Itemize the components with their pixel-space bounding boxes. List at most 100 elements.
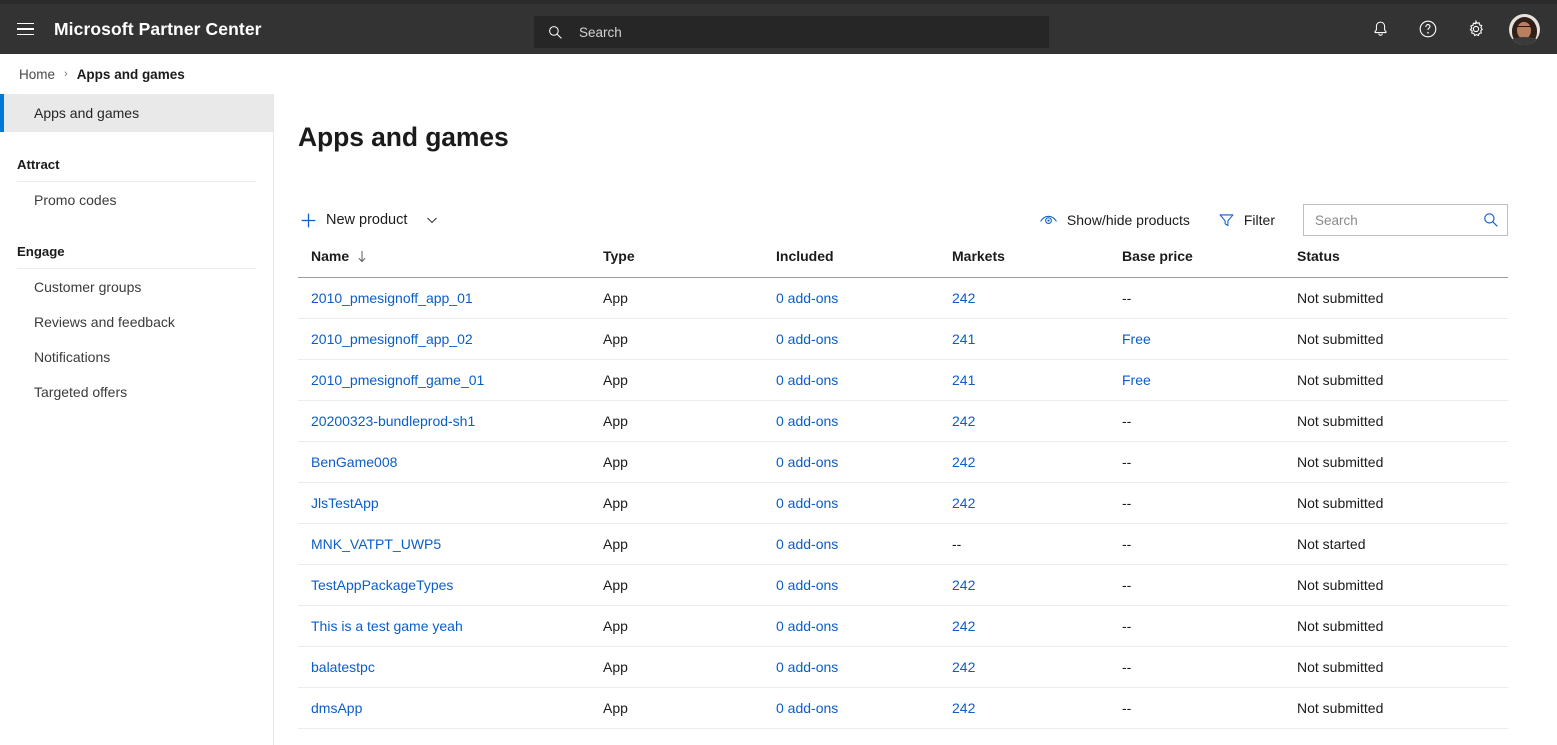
product-included-link-container: 0 add-ons bbox=[776, 687, 952, 729]
product-base-price-cell[interactable]: Free bbox=[1122, 331, 1151, 347]
sidebar-group-engage-title: Engage bbox=[17, 244, 65, 259]
filter-button[interactable]: Filter bbox=[1218, 212, 1275, 229]
product-name-link[interactable]: JlsTestApp bbox=[311, 495, 379, 511]
column-header-status[interactable]: Status bbox=[1297, 248, 1508, 278]
product-included-link[interactable]: 0 add-ons bbox=[776, 372, 838, 388]
product-markets-link[interactable]: 242 bbox=[952, 413, 975, 429]
user-avatar[interactable] bbox=[1501, 4, 1547, 54]
product-status-cell-container: Not submitted bbox=[1297, 277, 1508, 319]
product-markets-link[interactable]: 241 bbox=[952, 331, 975, 347]
column-header-type[interactable]: Type bbox=[603, 248, 776, 278]
product-type-cell-container: App bbox=[603, 605, 776, 647]
product-type-cell: App bbox=[603, 331, 628, 347]
product-markets-link[interactable]: 242 bbox=[952, 454, 975, 470]
product-status-cell: Not submitted bbox=[1297, 577, 1384, 593]
product-name-link-container: 2010_pmesignoff_app_02 bbox=[298, 318, 603, 360]
product-markets-link-container: -- bbox=[952, 523, 1122, 565]
sidebar-item-apps-and-games[interactable]: Apps and games bbox=[0, 94, 273, 132]
product-markets-link-container: 242 bbox=[952, 687, 1122, 729]
product-markets-link[interactable]: 242 bbox=[952, 495, 975, 511]
product-markets-link[interactable]: 241 bbox=[952, 372, 975, 388]
column-header-markets[interactable]: Markets bbox=[952, 248, 1122, 278]
table-body: 2010_pmesignoff_app_01 App 0 add-ons 242 -- N… bbox=[298, 277, 1508, 729]
new-product-label: New product bbox=[326, 212, 408, 228]
product-markets-link[interactable]: 242 bbox=[952, 618, 975, 634]
product-base-price-cell: -- bbox=[1122, 495, 1132, 511]
product-markets-link-container: 242 bbox=[952, 441, 1122, 483]
help-question-icon[interactable] bbox=[1405, 4, 1451, 54]
sidebar-item-promo-codes[interactable]: Promo codes bbox=[0, 182, 273, 217]
table-row: This is a test game yeah App 0 add-ons 242 -… bbox=[298, 605, 1508, 647]
avatar-image bbox=[1508, 13, 1540, 45]
search-icon[interactable] bbox=[1483, 212, 1499, 228]
product-markets-link[interactable]: 242 bbox=[952, 700, 975, 716]
product-included-link[interactable]: 0 add-ons bbox=[776, 413, 838, 429]
new-product-button[interactable]: New product bbox=[298, 208, 441, 233]
product-included-link-container: 0 add-ons bbox=[776, 400, 952, 442]
product-name-link[interactable]: 2010_pmesignoff_app_01 bbox=[311, 290, 473, 306]
product-base-price-cell: -- bbox=[1122, 413, 1132, 429]
table-search-input[interactable] bbox=[1315, 212, 1483, 228]
product-name-link[interactable]: BenGame008 bbox=[311, 454, 397, 470]
product-name-link-container: This is a test game yeah bbox=[298, 605, 603, 647]
product-markets-link: -- bbox=[952, 536, 962, 552]
table-row: 2010_pmesignoff_app_02 App 0 add-ons 241 Fre… bbox=[298, 318, 1508, 360]
column-header-base-price[interactable]: Base price bbox=[1122, 248, 1297, 278]
table-header-row: Name Type Included Markets Base price St… bbox=[298, 248, 1508, 278]
product-included-link[interactable]: 0 add-ons bbox=[776, 331, 838, 347]
product-included-link[interactable]: 0 add-ons bbox=[776, 618, 838, 634]
product-name-link[interactable]: 20200323-bundleprod-sh1 bbox=[311, 413, 475, 429]
notifications-bell-icon[interactable] bbox=[1357, 4, 1403, 54]
product-markets-link-container: 242 bbox=[952, 400, 1122, 442]
product-base-price-cell-container: -- bbox=[1122, 687, 1297, 729]
product-name-link[interactable]: TestAppPackageTypes bbox=[311, 577, 453, 593]
product-included-link[interactable]: 0 add-ons bbox=[776, 659, 838, 675]
product-included-link[interactable]: 0 add-ons bbox=[776, 454, 838, 470]
table-row: dmsApp App 0 add-ons 242 -- Not submitted bbox=[298, 687, 1508, 729]
sidebar-item-customer-groups[interactable]: Customer groups bbox=[0, 269, 273, 304]
product-included-link[interactable]: 0 add-ons bbox=[776, 290, 838, 306]
sidebar-item-notifications[interactable]: Notifications bbox=[0, 339, 273, 374]
product-included-link[interactable]: 0 add-ons bbox=[776, 577, 838, 593]
filter-label: Filter bbox=[1243, 212, 1275, 228]
product-included-link[interactable]: 0 add-ons bbox=[776, 495, 838, 511]
product-markets-link[interactable]: 242 bbox=[952, 290, 975, 306]
show-hide-products-button[interactable]: Show/hide products bbox=[1039, 212, 1190, 228]
product-base-price-cell-container: Free bbox=[1122, 359, 1297, 401]
page-title: Apps and games bbox=[298, 122, 509, 152]
table-row: balatestpc App 0 add-ons 242 -- Not submitted bbox=[298, 646, 1508, 688]
product-name-link[interactable]: This is a test game yeah bbox=[311, 618, 463, 634]
product-markets-link[interactable]: 242 bbox=[952, 659, 975, 675]
plus-icon bbox=[301, 213, 316, 227]
settings-gear-icon[interactable] bbox=[1453, 4, 1499, 54]
table-search-box[interactable] bbox=[1303, 204, 1508, 236]
sidebar-item-reviews-and-feedback[interactable]: Reviews and feedback bbox=[0, 304, 273, 339]
hamburger-menu-icon[interactable] bbox=[0, 4, 50, 54]
product-status-cell: Not submitted bbox=[1297, 700, 1384, 716]
global-search-box[interactable]: Search bbox=[534, 16, 1049, 48]
product-name-link[interactable]: MNK_VATPT_UWP5 bbox=[311, 536, 441, 552]
page-body: Apps and games Attract Promo codes Engag… bbox=[0, 94, 1557, 745]
product-base-price-cell-container: -- bbox=[1122, 482, 1297, 524]
filter-funnel-icon bbox=[1219, 213, 1234, 226]
header-actions bbox=[1357, 4, 1547, 54]
column-header-included[interactable]: Included bbox=[776, 248, 952, 278]
table-row: BenGame008 App 0 add-ons 242 -- Not submitted bbox=[298, 441, 1508, 483]
table-row: 2010_pmesignoff_game_01 App 0 add-ons 241 Fr… bbox=[298, 359, 1508, 401]
product-included-link-container: 0 add-ons bbox=[776, 605, 952, 647]
breadcrumb-home-link[interactable]: Home bbox=[19, 67, 55, 82]
product-base-price-cell-container: -- bbox=[1122, 564, 1297, 606]
product-status-cell-container: Not submitted bbox=[1297, 482, 1508, 524]
product-included-link[interactable]: 0 add-ons bbox=[776, 700, 838, 716]
column-header-name[interactable]: Name bbox=[298, 248, 603, 278]
product-name-link[interactable]: 2010_pmesignoff_app_02 bbox=[311, 331, 473, 347]
product-name-link[interactable]: balatestpc bbox=[311, 659, 375, 675]
product-type-cell-container: App bbox=[603, 318, 776, 360]
sidebar-item-targeted-offers[interactable]: Targeted offers bbox=[0, 374, 273, 409]
product-base-price-cell: -- bbox=[1122, 700, 1132, 716]
product-name-link[interactable]: 2010_pmesignoff_game_01 bbox=[311, 372, 484, 388]
product-name-link[interactable]: dmsApp bbox=[311, 700, 362, 716]
product-markets-link[interactable]: 242 bbox=[952, 577, 975, 593]
product-included-link[interactable]: 0 add-ons bbox=[776, 536, 838, 552]
product-base-price-cell[interactable]: Free bbox=[1122, 372, 1151, 388]
